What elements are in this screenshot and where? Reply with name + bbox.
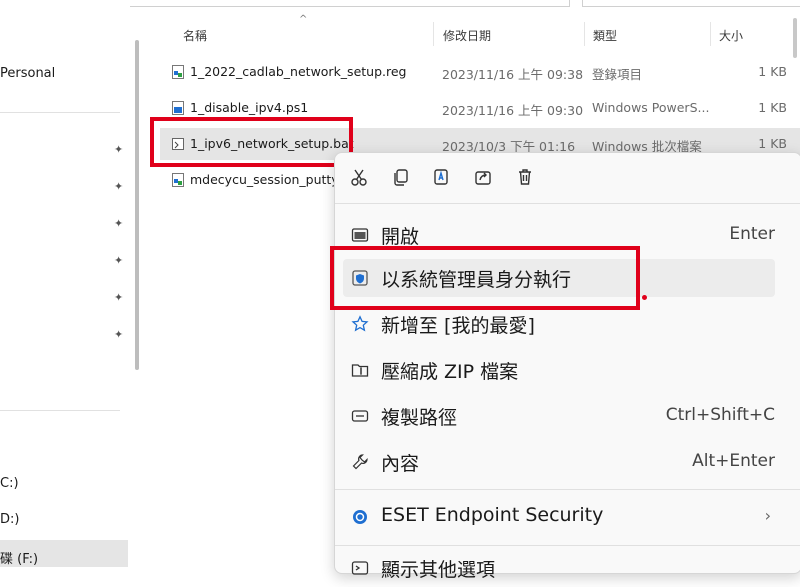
column-divider[interactable] xyxy=(433,22,434,46)
pin-icon[interactable]: ✦ xyxy=(114,292,126,304)
menu-item-shortcut: Alt+Enter xyxy=(692,451,775,471)
powershell-file-icon xyxy=(172,101,184,115)
file-date: 2023/11/16 上午 09:38 xyxy=(442,67,584,82)
zip-folder-icon xyxy=(351,364,369,377)
copy-path-icon xyxy=(351,410,369,422)
share-icon[interactable] xyxy=(473,167,495,189)
menu-item-shortcut: Enter xyxy=(729,224,775,244)
menu-item-label: 開啟 xyxy=(381,226,420,248)
nav-item-drive-c[interactable]: C:) xyxy=(0,476,19,491)
column-divider[interactable] xyxy=(710,22,711,46)
menu-item-more-options[interactable]: 顯示其他選項 xyxy=(343,549,775,587)
file-size: 1 KB xyxy=(758,100,787,115)
column-header-name[interactable]: 名稱 xyxy=(183,27,207,44)
nav-divider xyxy=(0,410,120,411)
sort-caret-icon: ^ xyxy=(299,14,308,25)
menu-item-shortcut: Ctrl+Shift+C xyxy=(665,405,775,425)
menu-item-label: ESET Endpoint Security xyxy=(381,504,604,526)
file-list-scrollbar[interactable] xyxy=(793,18,797,58)
file-date: 2023/11/16 上午 09:30 xyxy=(442,103,584,118)
open-window-icon xyxy=(351,228,369,242)
pin-icon[interactable]: ✦ xyxy=(114,218,126,230)
menu-divider xyxy=(335,203,800,204)
navigation-pane: Personal ✦ ✦ ✦ ✦ ✦ ✦ C:) D:) 碟 (F:) xyxy=(0,0,130,567)
context-menu: 開啟 Enter 以系統管理員身分執行 新增至 [我的最愛] 壓縮成 ZIP 檔… xyxy=(334,152,800,581)
nav-divider xyxy=(0,112,120,113)
nav-item-drive-f[interactable]: 碟 (F:) xyxy=(0,548,38,567)
cut-icon[interactable] xyxy=(349,167,371,189)
menu-item-label: 顯示其他選項 xyxy=(381,559,496,581)
nav-item-personal[interactable]: Personal xyxy=(0,66,55,81)
pin-icon[interactable]: ✦ xyxy=(114,181,126,193)
column-header-size[interactable]: 大小 xyxy=(719,27,743,44)
menu-item-label: 壓縮成 ZIP 檔案 xyxy=(381,361,519,383)
file-size: 1 KB xyxy=(758,136,787,151)
file-name: 1_disable_ipv4.ps1 xyxy=(190,100,309,115)
file-type: Windows PowerS... xyxy=(592,100,710,115)
file-name: 1_2022_cadlab_network_setup.reg xyxy=(190,64,407,79)
highlight-box-menu xyxy=(330,246,640,310)
menu-item-copy-path[interactable]: 複製路徑 Ctrl+Shift+C xyxy=(343,397,775,435)
menu-divider xyxy=(335,545,800,546)
file-name: mdecycu_session_putty.r xyxy=(190,172,347,187)
nav-item-drive-d[interactable]: D:) xyxy=(0,512,19,527)
pin-icon[interactable]: ✦ xyxy=(114,255,126,267)
wrench-icon xyxy=(352,454,368,470)
copy-icon[interactable] xyxy=(391,167,413,189)
file-row[interactable]: 1_2022_cadlab_network_setup.reg 2023/11/… xyxy=(160,56,800,88)
nav-scrollbar[interactable] xyxy=(135,40,139,370)
menu-item-eset[interactable]: ESET Endpoint Security › xyxy=(343,498,775,536)
chevron-right-icon: › xyxy=(764,506,771,525)
highlight-box-file xyxy=(150,117,353,167)
eset-icon xyxy=(353,510,367,524)
file-type: 登錄項目 xyxy=(592,67,643,82)
pin-icon[interactable]: ✦ xyxy=(114,144,126,156)
menu-item-label: 新增至 [我的最愛] xyxy=(381,315,535,337)
menu-item-compress-zip[interactable]: 壓縮成 ZIP 檔案 xyxy=(343,351,775,389)
registry-file-icon xyxy=(172,65,184,79)
menu-item-label: 內容 xyxy=(381,453,420,475)
registry-file-icon xyxy=(172,173,184,187)
star-icon xyxy=(351,315,369,332)
search-box[interactable] xyxy=(582,0,800,7)
menu-item-label: 複製路徑 xyxy=(381,407,458,429)
more-options-icon xyxy=(351,561,369,575)
menu-divider xyxy=(335,489,800,490)
highlight-dot xyxy=(642,295,647,300)
file-size: 1 KB xyxy=(758,64,787,79)
menu-item-add-favorite[interactable]: 新增至 [我的最愛] xyxy=(343,305,775,343)
column-header-date[interactable]: 修改日期 xyxy=(443,27,491,44)
menu-item-properties[interactable]: 內容 Alt+Enter xyxy=(343,443,775,481)
rename-icon[interactable] xyxy=(431,167,453,189)
column-divider[interactable] xyxy=(584,22,585,46)
pin-icon[interactable]: ✦ xyxy=(114,329,126,341)
delete-icon[interactable] xyxy=(515,167,537,189)
column-header-type[interactable]: 類型 xyxy=(593,27,617,44)
